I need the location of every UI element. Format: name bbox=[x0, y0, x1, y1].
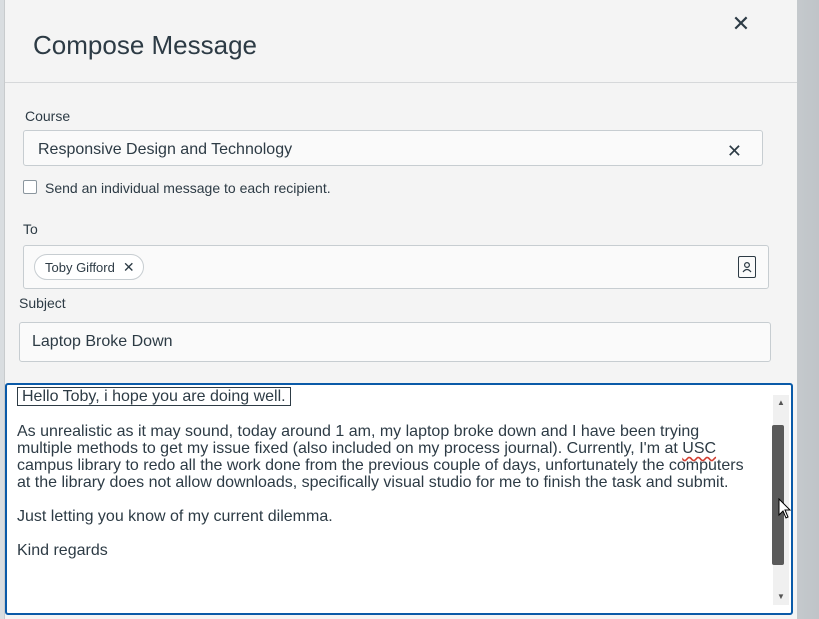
message-paragraph-1-part-1: As unrealistic as it may sound, today ar… bbox=[17, 423, 704, 457]
to-recipients-field[interactable]: Toby Gifford ✕ bbox=[23, 245, 769, 289]
message-body-text: Hello Toby, i hope you are doing well. A… bbox=[17, 387, 757, 559]
course-label: Course bbox=[25, 108, 71, 124]
message-closing: Kind regards bbox=[17, 542, 108, 559]
individual-message-checkbox[interactable] bbox=[23, 180, 37, 194]
recipient-pill: Toby Gifford ✕ bbox=[34, 254, 144, 280]
misspelled-word[interactable]: USC bbox=[682, 440, 716, 457]
course-value: Responsive Design and Technology bbox=[38, 141, 293, 158]
address-book-glyph bbox=[742, 261, 752, 273]
triangle-up-icon[interactable]: ▲ bbox=[775, 397, 787, 409]
address-book-icon[interactable] bbox=[738, 256, 756, 278]
compose-message-dialog: Compose Message ✕ Course Responsive Desi… bbox=[4, 0, 797, 619]
subject-value: Laptop Broke Down bbox=[32, 333, 173, 350]
mouse-cursor-icon bbox=[778, 498, 792, 519]
close-icon[interactable]: ✕ bbox=[729, 12, 753, 36]
dialog-header: Compose Message bbox=[5, 0, 797, 83]
subject-label: Subject bbox=[19, 295, 66, 311]
dialog-title: Compose Message bbox=[33, 30, 257, 60]
close-icon[interactable]: ✕ bbox=[123, 259, 135, 276]
recipient-name: Toby Gifford bbox=[45, 259, 115, 275]
triangle-down-icon[interactable]: ▼ bbox=[775, 591, 787, 603]
message-paragraph-2: Just letting you know of my current dile… bbox=[17, 508, 333, 525]
course-select[interactable]: Responsive Design and Technology ✕ bbox=[23, 130, 763, 166]
close-icon[interactable]: ✕ bbox=[727, 141, 742, 162]
message-body-textarea[interactable]: Hello Toby, i hope you are doing well. A… bbox=[5, 383, 793, 615]
message-paragraph-1: As unrealistic as it may sound, today ar… bbox=[17, 423, 748, 491]
message-scrollbar-thumb[interactable] bbox=[772, 425, 784, 565]
to-label: To bbox=[23, 221, 38, 237]
individual-message-label[interactable]: Send an individual message to each recip… bbox=[45, 180, 331, 196]
subject-input[interactable]: Laptop Broke Down bbox=[19, 322, 771, 362]
message-greeting: Hello Toby, i hope you are doing well. bbox=[17, 387, 291, 406]
